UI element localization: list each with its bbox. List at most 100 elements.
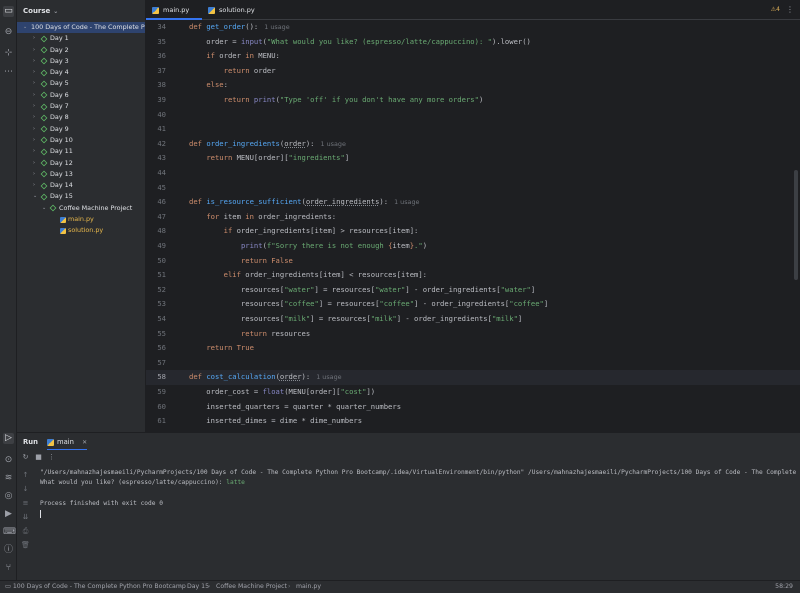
lesson-icon xyxy=(40,137,48,144)
breadcrumb-label: main.py xyxy=(296,583,322,590)
scroll-to-end-icon[interactable]: ⇊ xyxy=(20,512,31,522)
run-tab-main[interactable]: main ✕ xyxy=(47,433,88,451)
more-icon[interactable]: ⋮ xyxy=(786,0,794,20)
usage-hint[interactable]: 1 usage xyxy=(316,373,341,381)
code-line: 57 xyxy=(146,356,800,371)
tree-item-day[interactable]: ⌄ Day 15 xyxy=(17,191,145,202)
tree-item-label: Coffee Machine Project xyxy=(59,203,133,212)
line-number: 49 xyxy=(157,241,166,250)
tree-item-day[interactable]: › Day 3 xyxy=(17,56,145,67)
play-console-icon[interactable]: ▶ xyxy=(3,509,14,520)
tree-item-day[interactable]: › Day 2 xyxy=(17,45,145,56)
line-number: 45 xyxy=(157,182,166,192)
line-number: 37 xyxy=(157,65,166,75)
tree-item-day[interactable]: › Day 12 xyxy=(17,158,145,169)
structure-icon[interactable]: ⊹ xyxy=(3,48,14,59)
usage-hint[interactable]: 1 usage xyxy=(321,140,346,148)
chevron-right-icon: › xyxy=(33,136,35,143)
problems-icon[interactable]: ⓘ xyxy=(3,545,14,556)
code-line: 60 inserted_quarters = quarter * quarter… xyxy=(146,400,800,415)
project-tree: ⌄ 100 Days of Code - The Complete Py › Day … xyxy=(17,22,145,237)
breadcrumb-file[interactable]: main.py xyxy=(296,581,321,593)
run-tool-icon[interactable]: ▷ xyxy=(3,433,14,444)
lesson-icon xyxy=(40,193,48,201)
tab-main-py[interactable]: main.py xyxy=(146,0,202,20)
python-console-icon[interactable]: ◎ xyxy=(3,491,14,502)
editor-scrollbar[interactable] xyxy=(794,170,798,280)
more-tools-icon[interactable]: ⋯ xyxy=(3,67,14,78)
breadcrumb-day[interactable]: Day 15 xyxy=(187,581,209,593)
tree-item-day[interactable]: › Day 6 xyxy=(17,90,145,101)
code-line: 43 return MENU[order]["ingredients"] xyxy=(146,151,800,166)
line-number: 48 xyxy=(157,226,166,236)
arrow-up-icon[interactable]: ↑ xyxy=(20,470,31,480)
line-number: 42 xyxy=(157,138,166,148)
tree-item-folder[interactable]: ⌄ Coffee Machine Project xyxy=(17,203,145,214)
tree-item-label: main.py xyxy=(68,215,94,224)
tree-item-day[interactable]: › Day 7 xyxy=(17,101,145,112)
cursor-position[interactable]: 58:29 xyxy=(775,581,793,593)
soft-wrap-icon[interactable]: ≡ xyxy=(20,498,31,508)
tree-item-day[interactable]: › Day 5 xyxy=(17,78,145,89)
trash-icon[interactable]: 🗑 xyxy=(20,540,31,550)
run-console[interactable]: "/Users/mahnazhajesmaeili/PycharmProject… xyxy=(34,466,800,580)
usage-hint[interactable]: 1 usage xyxy=(264,23,289,31)
tree-item-day[interactable]: › Day 4 xyxy=(17,67,145,78)
warnings-badge[interactable]: ⚠4 xyxy=(771,0,780,20)
tree-item-file[interactable]: solution.py xyxy=(17,225,145,236)
project-panel-header[interactable]: Course ⌄ xyxy=(17,0,145,22)
line-number: 57 xyxy=(157,357,166,367)
code-line: 61 inserted_dimes = dime * dime_numbers xyxy=(146,414,800,429)
project-folder-icon[interactable]: ▭ xyxy=(3,6,14,17)
tree-item-file[interactable]: main.py xyxy=(17,214,145,225)
tree-item-day[interactable]: › Day 11 xyxy=(17,146,145,157)
tab-solution-py[interactable]: solution.py xyxy=(202,0,274,20)
tree-item-day[interactable]: › Day 13 xyxy=(17,169,145,180)
lesson-icon xyxy=(40,148,48,156)
services-icon[interactable]: ⊙ xyxy=(3,455,14,466)
code-line: 48 if order_ingredients[item] > resource… xyxy=(146,224,800,239)
stop-icon[interactable]: ■ xyxy=(33,452,44,463)
breadcrumb-project[interactable]: ▭ 100 Days of Code - The Complete Python… xyxy=(5,581,186,593)
lesson-icon xyxy=(40,182,48,190)
lesson-icon xyxy=(40,91,48,99)
code-editor[interactable]: 34 def get_order(): 1 usage 35 order = inp… xyxy=(146,20,800,432)
code-line: 54 resources["milk"] = resources["milk"]… xyxy=(146,312,800,327)
tree-item-day[interactable]: › Day 14 xyxy=(17,180,145,191)
line-number: 54 xyxy=(157,314,166,323)
learn-icon[interactable]: ⊖ xyxy=(3,27,14,38)
more-icon[interactable]: ⋮ xyxy=(46,452,57,463)
tree-item-day[interactable]: › Day 1 xyxy=(17,33,145,44)
tree-item-label: Day 10 xyxy=(50,135,73,144)
terminal-icon[interactable]: ⌨ xyxy=(3,527,16,538)
lesson-icon xyxy=(40,46,48,54)
line-number: 52 xyxy=(157,284,166,294)
layers-icon[interactable]: ≋ xyxy=(3,473,14,484)
line-number: 38 xyxy=(157,80,166,90)
git-icon[interactable]: ⑂ xyxy=(3,563,14,574)
close-icon[interactable]: ✕ xyxy=(82,439,87,446)
tree-item-label: Day 8 xyxy=(50,113,69,122)
chevron-down-icon: ⌄ xyxy=(42,204,47,211)
line-number: 58 xyxy=(157,372,166,382)
lesson-icon xyxy=(40,170,48,178)
tree-root[interactable]: ⌄ 100 Days of Code - The Complete Py xyxy=(17,22,145,34)
tab-label: main.py xyxy=(163,6,190,14)
tree-item-day[interactable]: › Day 10 xyxy=(17,135,145,146)
print-icon[interactable]: ⎙ xyxy=(20,526,31,536)
line-number: 53 xyxy=(157,299,166,309)
tree-item-day[interactable]: › Day 9 xyxy=(17,124,145,135)
chevron-right-icon: › xyxy=(33,148,35,155)
tree-item-day[interactable]: › Day 8 xyxy=(17,112,145,123)
run-toolbar: ↻ ■ ⋮ xyxy=(17,450,800,466)
breadcrumb-folder[interactable]: Coffee Machine Project xyxy=(216,581,287,593)
lesson-icon xyxy=(40,69,48,77)
rerun-icon[interactable]: ↻ xyxy=(20,452,31,463)
line-number: 35 xyxy=(157,36,166,46)
arrow-down-icon[interactable]: ↓ xyxy=(20,484,31,494)
run-side-toolbar: ↑ ↓ ≡ ⇊ ⎙ 🗑 xyxy=(17,466,34,580)
usage-hint[interactable]: 1 usage xyxy=(394,198,419,206)
chevron-right-icon: › xyxy=(179,583,182,590)
tree-item-label: Day 7 xyxy=(50,102,69,111)
run-panel-title: Run xyxy=(23,438,38,446)
